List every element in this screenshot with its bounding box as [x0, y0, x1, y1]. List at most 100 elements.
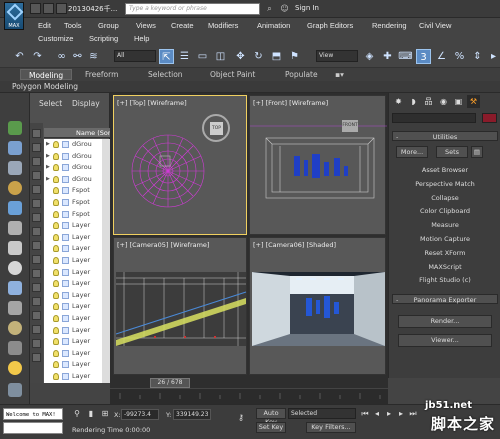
freeze-icon[interactable]: [62, 187, 69, 195]
display-tab-icon[interactable]: ▣: [452, 95, 465, 108]
lightbulb-icon[interactable]: [53, 326, 59, 334]
shape-icon[interactable]: [8, 261, 22, 275]
camera-icon[interactable]: [8, 221, 22, 235]
time-slider[interactable]: 26 / 678: [110, 378, 388, 388]
tab-freeform[interactable]: Freeform: [85, 70, 118, 79]
utility-button[interactable]: Perspective Match: [398, 179, 492, 190]
helper-icon[interactable]: [8, 241, 22, 255]
keyboard-shortcut-icon[interactable]: ⌨: [398, 49, 413, 64]
modify-tab-icon[interactable]: ◗: [407, 95, 420, 108]
hierarchy-tab-icon[interactable]: 品: [422, 95, 435, 108]
lightbulb-icon[interactable]: [53, 291, 59, 299]
undo-icon[interactable]: ↶: [12, 49, 27, 64]
viewcube-top[interactable]: TOP: [202, 114, 230, 142]
lightbulb-icon[interactable]: [53, 164, 59, 172]
freeze-icon[interactable]: [62, 233, 69, 241]
key-mode-dropdown[interactable]: Selected: [288, 408, 356, 419]
object-color-swatch[interactable]: [482, 113, 497, 123]
utility-button[interactable]: Flight Studio (c): [398, 275, 492, 286]
freeze-icon[interactable]: [62, 141, 69, 148]
layer-explorer-icon[interactable]: [8, 141, 22, 155]
explorer-row[interactable]: ▶ dGrou: [44, 162, 110, 174]
tab-populate[interactable]: Populate: [285, 70, 318, 79]
set-key-icon[interactable]: ⚷: [232, 413, 250, 423]
viewcube-front[interactable]: FRONT: [342, 120, 358, 132]
open-file-icon[interactable]: [43, 3, 54, 14]
explorer-row[interactable]: Layer: [44, 312, 110, 325]
application-menu-button[interactable]: MAX: [4, 2, 24, 30]
reference-coord-dropdown[interactable]: View: [316, 50, 358, 62]
name-column-header[interactable]: Name (Sorted Asc: [44, 128, 110, 138]
filter-hidden-icon[interactable]: [32, 283, 41, 292]
track-bar[interactable]: [110, 388, 388, 404]
spacewarp-icon[interactable]: [8, 301, 22, 315]
freeze-icon[interactable]: [62, 222, 69, 230]
list-icon[interactable]: [8, 161, 22, 175]
bone-icon[interactable]: [8, 321, 22, 335]
utility-button[interactable]: Reset XForm: [398, 248, 492, 259]
lightbulb-icon[interactable]: [53, 245, 59, 253]
freeze-icon[interactable]: [62, 210, 69, 218]
display-icon[interactable]: [8, 201, 22, 215]
explorer-row[interactable]: ▶ dGrou: [44, 139, 110, 151]
lock-selection-icon[interactable]: ▮: [86, 409, 96, 419]
place-icon[interactable]: ⚑: [287, 49, 302, 64]
explorer-row[interactable]: Layer: [44, 359, 110, 371]
menu-civil-view[interactable]: Civil View: [419, 21, 451, 30]
sign-in-link[interactable]: Sign In: [295, 4, 319, 12]
bind-space-warp-icon[interactable]: ≋: [86, 49, 101, 64]
filter-lights-icon[interactable]: [32, 157, 41, 166]
menu-customize[interactable]: Customize: [38, 34, 73, 43]
filter-helpers-icon[interactable]: [32, 185, 41, 194]
unlink-icon[interactable]: ⚯: [70, 49, 85, 64]
filter-cameras-icon[interactable]: [32, 171, 41, 180]
expand-arrow-icon[interactable]: ▶: [46, 139, 50, 151]
lightbulb-icon[interactable]: [53, 361, 59, 369]
filter-bones-icon[interactable]: [32, 241, 41, 250]
explorer-row[interactable]: Layer: [44, 254, 110, 267]
menu-create[interactable]: Create: [171, 21, 194, 30]
freeze-icon[interactable]: [62, 314, 69, 322]
geometry-icon[interactable]: [8, 281, 22, 295]
tab-object-paint[interactable]: Object Paint: [210, 70, 255, 79]
explorer-row[interactable]: Layer: [44, 301, 110, 313]
freeze-icon[interactable]: [62, 280, 69, 288]
select-move-icon[interactable]: ✥: [233, 49, 248, 64]
freeze-icon[interactable]: [62, 349, 69, 357]
lightbulb-icon[interactable]: [53, 222, 59, 230]
filter-containers-icon[interactable]: [32, 255, 41, 264]
explorer-row[interactable]: Layer: [44, 278, 110, 290]
lightbulb-icon[interactable]: [53, 152, 59, 160]
previous-frame-icon[interactable]: ◂: [372, 409, 382, 419]
freeze-icon[interactable]: [62, 303, 69, 311]
viewer-button[interactable]: Viewer...: [398, 334, 492, 347]
save-file-icon[interactable]: [56, 3, 67, 14]
viewport-front[interactable]: [+] [Front] [Wireframe] FRONT: [249, 95, 387, 235]
explorer-select-menu[interactable]: Select: [39, 99, 62, 108]
viewport-top[interactable]: [+] [Top] [Wireframe] TOP: [113, 95, 247, 235]
explorer-row[interactable]: Layer: [44, 220, 110, 232]
select-rotate-icon[interactable]: ↻: [251, 49, 266, 64]
sun-icon[interactable]: [8, 361, 22, 375]
redo-icon[interactable]: ↷: [30, 49, 45, 64]
tab-modeling[interactable]: Modeling: [20, 69, 73, 80]
utilities-tab-icon[interactable]: ⚒: [467, 95, 480, 108]
lightbulb-icon[interactable]: [53, 349, 59, 357]
lightbulb-icon[interactable]: [53, 256, 59, 264]
freeze-icon[interactable]: [62, 256, 69, 264]
freeze-icon[interactable]: [62, 338, 69, 346]
configure-sets-icon[interactable]: ▤: [471, 146, 483, 158]
go-to-start-icon[interactable]: ⏮: [360, 409, 370, 419]
lightbulb-icon[interactable]: [53, 338, 59, 346]
menu-animation[interactable]: Animation: [257, 21, 290, 30]
filter-shapes-icon[interactable]: [32, 143, 41, 152]
angle-snap-icon[interactable]: ∠: [434, 49, 449, 64]
lightbulb-icon[interactable]: [53, 210, 59, 218]
filter-xrefs-icon[interactable]: [32, 227, 41, 236]
freeze-icon[interactable]: [62, 152, 69, 160]
find-icon[interactable]: [32, 353, 41, 362]
lightbulb-icon[interactable]: [53, 233, 59, 241]
pin-icon[interactable]: ⚲: [72, 409, 82, 419]
explorer-row[interactable]: ▶ dGrou: [44, 150, 110, 163]
display-none-icon[interactable]: [32, 311, 41, 320]
